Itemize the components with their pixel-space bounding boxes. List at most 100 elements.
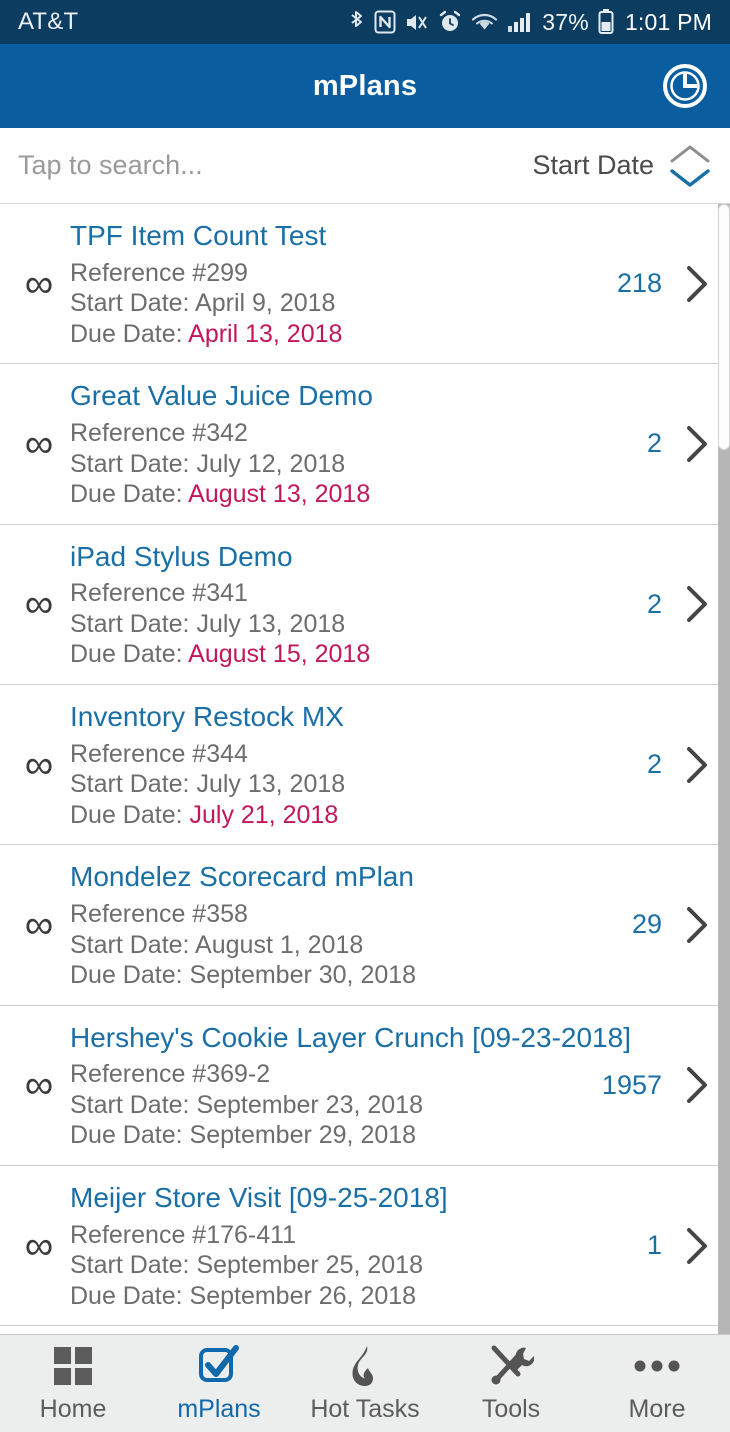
clock-icon[interactable] — [658, 59, 712, 113]
alarm-icon — [438, 10, 462, 34]
nfc-icon — [374, 10, 396, 34]
table-row[interactable]: ∞ TPF Item Count Test Reference #299 Sta… — [0, 204, 730, 365]
table-row[interactable]: ∞ Great Value Juice Demo Reference #342 … — [0, 364, 730, 525]
infinity-icon: ∞ — [24, 261, 54, 306]
table-row[interactable]: ∞ Mondelez Scorecard mPlan Reference #35… — [0, 845, 730, 1006]
row-content: Hershey's Cookie Layer Crunch [09-23-201… — [70, 1020, 631, 1151]
row-content: Meijer Store Visit [09-25-2018] Referenc… — [70, 1180, 610, 1311]
infinity-icon: ∞ — [24, 1223, 54, 1268]
infinity-icon: ∞ — [24, 582, 54, 627]
plan-reference: Reference #344 — [70, 739, 248, 768]
plan-reference: Reference #358 — [70, 900, 248, 929]
item-count: 1 — [646, 1230, 662, 1261]
due-value: April 13, 2018 — [188, 319, 343, 348]
due-value: September 30, 2018 — [189, 961, 417, 990]
tab-tools[interactable]: Tools — [438, 1335, 584, 1432]
tab-label: Hot Tasks — [310, 1395, 420, 1423]
app-bar: mPlans — [0, 44, 730, 128]
due-label: Due Date: — [70, 640, 189, 669]
chevron-right-icon[interactable] — [680, 264, 714, 304]
infinity-icon: ∞ — [24, 1063, 54, 1108]
wifi-icon — [471, 11, 498, 33]
page-title: mPlans — [312, 69, 418, 102]
item-count: 29 — [631, 909, 662, 940]
grid-icon — [51, 1343, 95, 1389]
due-label: Due Date: — [70, 480, 189, 509]
tab-label: Tools — [481, 1395, 541, 1423]
tab-hot-tasks[interactable]: Hot Tasks — [292, 1335, 438, 1432]
sort-label: Start Date — [532, 150, 654, 180]
chevron-right-icon[interactable] — [680, 905, 714, 945]
row-content: iPad Stylus Demo Reference #341 Start Da… — [70, 539, 610, 670]
due-value: September 26, 2018 — [189, 1281, 417, 1310]
item-count: 1957 — [601, 1069, 662, 1100]
item-count: 2 — [646, 588, 662, 619]
plan-due-date: Due Date: September 30, 2018 — [70, 960, 600, 991]
plan-title[interactable]: Inventory Restock MX — [70, 699, 600, 735]
plan-title[interactable]: Hershey's Cookie Layer Crunch [09-23-201… — [70, 1020, 631, 1056]
due-label: Due Date: — [70, 1121, 190, 1150]
sort-arrows[interactable] — [668, 143, 712, 189]
plan-title[interactable]: Meijer Store Visit [09-25-2018] — [70, 1180, 600, 1216]
chevron-up-icon[interactable] — [668, 143, 712, 165]
chevron-right-icon[interactable] — [680, 424, 714, 464]
status-bar: AT&T 37% 1:01 PM — [0, 0, 730, 44]
battery-percent-label: 37% — [542, 8, 589, 35]
row-content: Inventory Restock MX Reference #344 Star… — [70, 699, 610, 830]
row-content: Great Value Juice Demo Reference #342 St… — [70, 378, 610, 509]
plan-due-date: Due Date: August 13, 2018 — [70, 479, 600, 510]
plan-due-date: Due Date: September 26, 2018 — [70, 1281, 600, 1312]
mute-icon — [405, 11, 429, 34]
search-bar: Start Date — [0, 128, 730, 204]
chevron-right-icon[interactable] — [680, 1065, 714, 1105]
table-row[interactable]: ∞ iPad Stylus Demo Reference #341 Start … — [0, 524, 730, 685]
plan-title[interactable]: TPF Item Count Test — [70, 218, 600, 254]
table-row[interactable]: Test of Time and Cost [09-25-2018] — [0, 1326, 730, 1334]
sort-control[interactable]: Start Date — [532, 143, 712, 189]
bluetooth-icon — [348, 9, 365, 35]
due-label: Due Date: — [70, 1281, 190, 1310]
due-value: July 21, 2018 — [189, 800, 339, 829]
row-content: Mondelez Scorecard mPlan Reference #358 … — [70, 859, 610, 990]
infinity-icon: ∞ — [24, 742, 54, 787]
tab-mplans[interactable]: mPlans — [146, 1335, 292, 1432]
tab-more[interactable]: More — [584, 1335, 730, 1432]
plan-due-date: Due Date: August 15, 2018 — [70, 639, 600, 670]
status-icons: 37% 1:01 PM — [348, 9, 712, 36]
tab-label: Home — [39, 1395, 107, 1423]
due-value: August 13, 2018 — [188, 480, 371, 509]
table-row[interactable]: ∞ Meijer Store Visit [09-25-2018] Refere… — [0, 1165, 730, 1327]
table-row[interactable]: ∞ Hershey's Cookie Layer Crunch [09-23-2… — [0, 1005, 730, 1166]
chevron-right-icon[interactable] — [680, 584, 714, 624]
item-count: 2 — [646, 428, 662, 459]
table-row[interactable]: ∞ Inventory Restock MX Reference #344 St… — [0, 684, 730, 846]
scrollbar-thumb[interactable] — [718, 204, 730, 450]
due-value: September 29, 2018 — [189, 1121, 417, 1150]
plan-start-date: Start Date: August 1, 2018 — [70, 930, 364, 959]
plan-title[interactable]: Mondelez Scorecard mPlan — [70, 859, 600, 895]
tab-home[interactable]: Home — [0, 1335, 146, 1432]
plan-reference: Reference #341 — [70, 579, 248, 608]
tools-icon — [488, 1343, 534, 1389]
plan-start-date: Start Date: July 13, 2018 — [70, 770, 346, 799]
chevron-down-icon[interactable] — [668, 167, 712, 189]
search-input[interactable] — [18, 128, 521, 203]
battery-icon — [598, 9, 614, 35]
due-value: August 15, 2018 — [188, 640, 371, 669]
bottom-tab-bar: Home mPlans Hot Tasks Tools More — [0, 1334, 730, 1432]
plan-title[interactable]: iPad Stylus Demo — [70, 539, 600, 575]
chevron-right-icon[interactable] — [680, 745, 714, 785]
due-label: Due Date: — [70, 319, 189, 348]
due-label: Due Date: — [70, 800, 190, 829]
plan-title[interactable]: Great Value Juice Demo — [70, 378, 600, 414]
tab-label: More — [628, 1395, 686, 1423]
plan-reference: Reference #299 — [70, 258, 248, 287]
scrollbar[interactable] — [718, 204, 730, 1334]
row-content: TPF Item Count Test Reference #299 Start… — [70, 218, 610, 349]
mplans-list[interactable]: ∞ TPF Item Count Test Reference #299 Sta… — [0, 204, 730, 1334]
infinity-icon: ∞ — [24, 421, 54, 466]
plan-start-date: Start Date: September 23, 2018 — [70, 1090, 423, 1119]
ellipsis-icon — [632, 1343, 682, 1389]
chevron-right-icon[interactable] — [680, 1226, 714, 1266]
status-time: 1:01 PM — [624, 8, 712, 35]
